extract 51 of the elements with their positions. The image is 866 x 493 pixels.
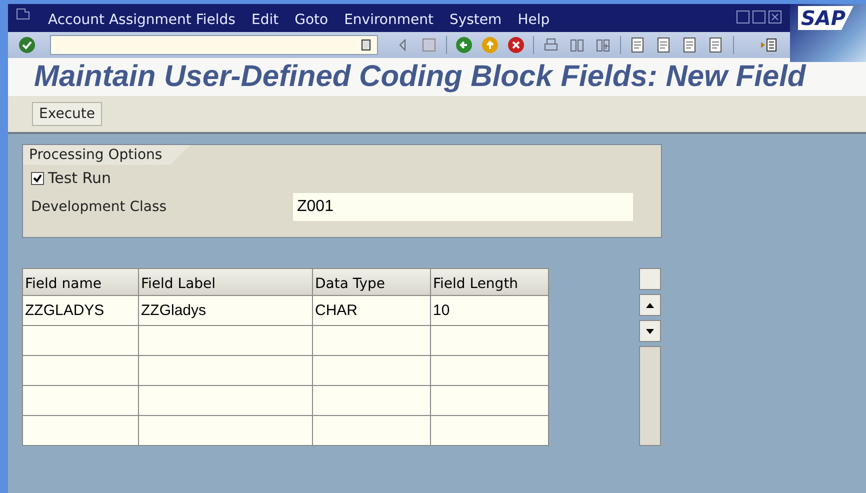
sap-logo: SAP <box>798 6 854 30</box>
empty-cell[interactable] <box>23 326 139 356</box>
scrollbar-track[interactable] <box>639 346 661 446</box>
menu-item[interactable]: Help <box>518 12 550 28</box>
empty-cell[interactable] <box>313 356 431 386</box>
empty-cell[interactable] <box>431 326 549 356</box>
screen-title: Maintain User-Defined Coding Block Fields: New Field <box>34 60 806 94</box>
triangle-up-icon <box>646 302 654 308</box>
column-header[interactable]: Data Type <box>313 268 431 296</box>
command-field[interactable] <box>50 35 378 55</box>
menu-item[interactable]: Goto <box>294 12 328 28</box>
window-menu-icon[interactable] <box>16 8 30 20</box>
back-icon[interactable] <box>455 36 473 54</box>
column-header[interactable]: Field name <box>23 268 139 296</box>
empty-cell[interactable] <box>23 356 139 386</box>
menu-item[interactable]: Edit <box>251 12 279 28</box>
field-label: Development Class <box>31 199 168 215</box>
layout-menu-icon[interactable] <box>760 36 778 54</box>
test-run-checkbox[interactable]: Test Run <box>31 169 661 187</box>
checkmark-icon[interactable] <box>18 36 36 54</box>
empty-cell[interactable] <box>313 416 431 446</box>
group-title: Processing Options <box>23 145 190 165</box>
empty-cell[interactable] <box>23 416 139 446</box>
empty-cell[interactable] <box>139 416 313 446</box>
execute-button[interactable]: Execute <box>32 102 102 126</box>
menu-item[interactable]: Account Assignment Fields <box>48 12 236 28</box>
checkbox-label: Test Run <box>48 169 112 187</box>
column-header[interactable]: Field Label <box>139 268 313 296</box>
empty-cell[interactable] <box>431 356 549 386</box>
scroll-up-button[interactable] <box>639 294 661 316</box>
column-header[interactable]: Field Length <box>431 268 549 296</box>
cancel-icon[interactable] <box>507 36 525 54</box>
development-class-field[interactable]: Z001 <box>293 193 633 221</box>
menu-item[interactable]: Environment <box>344 12 434 28</box>
table-cell[interactable]: CHAR <box>313 296 431 326</box>
scroll-down-button[interactable] <box>639 320 661 342</box>
empty-cell[interactable] <box>139 326 313 356</box>
checkbox[interactable] <box>31 172 44 184</box>
empty-cell[interactable] <box>23 386 139 416</box>
menu-item[interactable]: System <box>449 12 502 28</box>
table-cell[interactable]: 10 <box>431 296 549 326</box>
window-controls-icon[interactable] <box>736 10 782 24</box>
empty-cell[interactable] <box>313 386 431 416</box>
table-cell[interactable]: ZZGladys <box>139 296 313 326</box>
table-cell[interactable]: ZZGLADYS <box>23 296 139 326</box>
triangle-down-icon <box>646 328 654 334</box>
empty-cell[interactable] <box>431 386 549 416</box>
empty-cell[interactable] <box>313 326 431 356</box>
empty-cell[interactable] <box>139 356 313 386</box>
empty-cell[interactable] <box>139 386 313 416</box>
empty-cell[interactable] <box>431 416 549 446</box>
